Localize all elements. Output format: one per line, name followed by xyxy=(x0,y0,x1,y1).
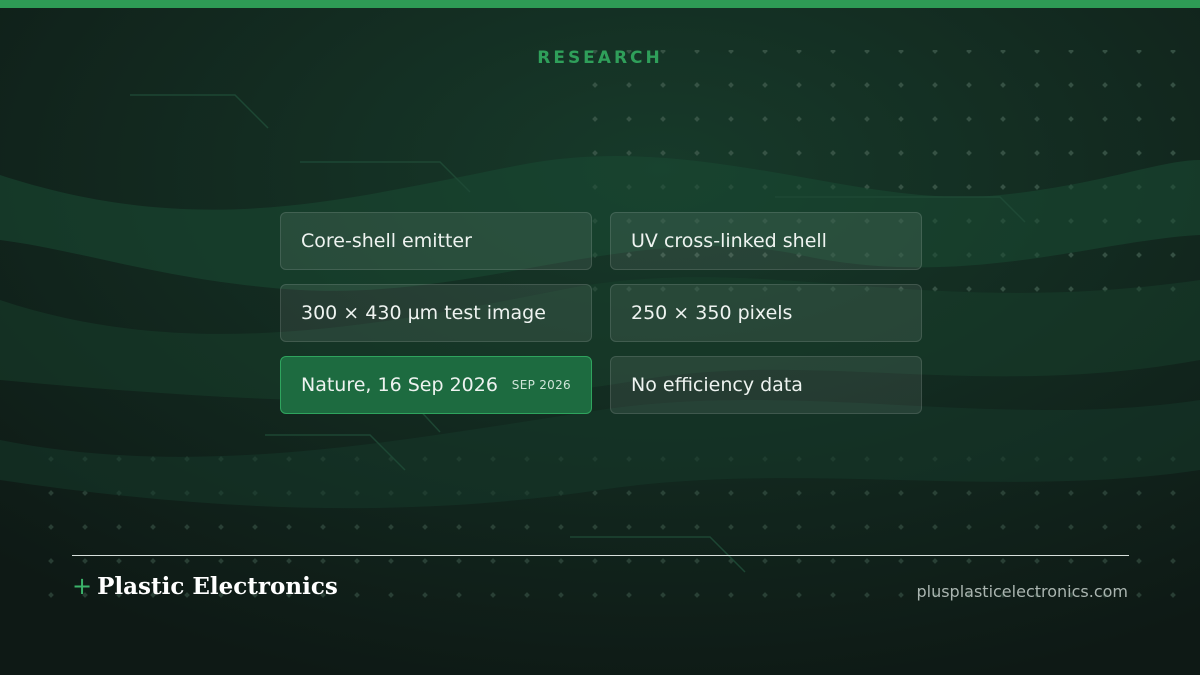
fact-card-label: Nature, 16 Sep 2026 xyxy=(301,374,498,396)
fact-card-label: No efficiency data xyxy=(631,374,803,396)
date-tag: SEP 2026 xyxy=(511,378,571,392)
footer-divider xyxy=(72,555,1129,556)
site-url: plusplasticelectronics.com xyxy=(916,582,1128,601)
plus-icon: + xyxy=(72,572,93,600)
fact-card-emitter: Core-shell emitter xyxy=(280,212,592,270)
section-kicker: RESEARCH xyxy=(537,48,663,68)
fact-card-pixels: 250 × 350 pixels xyxy=(610,284,922,342)
fact-card-publication: Nature, 16 Sep 2026 SEP 2026 xyxy=(280,356,592,414)
fact-card-shell: UV cross-linked shell xyxy=(610,212,922,270)
fact-card-label: 300 × 430 µm test image xyxy=(301,302,546,324)
brand-logo: + Plastic Electronics xyxy=(72,572,338,600)
fact-card-label: UV cross-linked shell xyxy=(631,230,827,252)
brand-name: Plastic Electronics xyxy=(97,573,338,600)
fact-card-efficiency: No efficiency data xyxy=(610,356,922,414)
fact-card-test-image: 300 × 430 µm test image xyxy=(280,284,592,342)
top-accent-bar xyxy=(0,0,1200,8)
fact-card-label: 250 × 350 pixels xyxy=(631,302,793,324)
fact-card-label: Core-shell emitter xyxy=(301,230,472,252)
